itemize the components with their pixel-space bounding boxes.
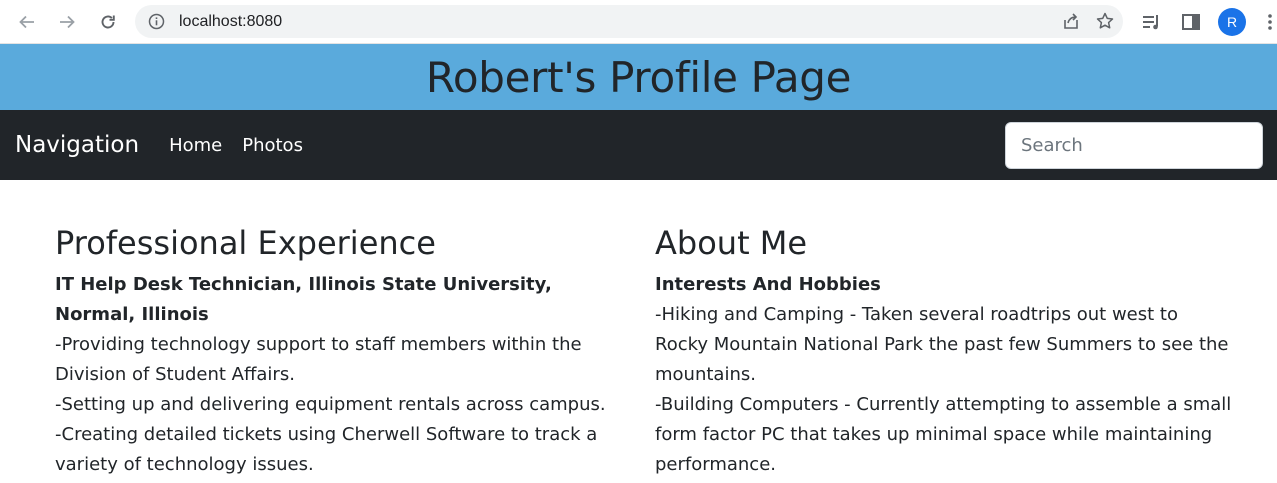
profile-avatar[interactable]: R (1218, 8, 1246, 36)
hobby-line: -Hiking and Camping - Taken several road… (655, 304, 1229, 385)
forward-arrow-icon (60, 15, 75, 29)
share-icon[interactable] (1061, 11, 1081, 35)
side-panel-icon[interactable] (1178, 9, 1204, 35)
bookmark-star-icon[interactable] (1095, 11, 1115, 35)
site-info-icon[interactable] (147, 13, 165, 31)
nav-link-photos[interactable]: Photos (242, 135, 303, 156)
reload-icon (101, 15, 115, 29)
page-title: Robert's Profile Page (425, 52, 852, 102)
experience-heading: Professional Experience (55, 224, 436, 262)
back-button[interactable] (13, 8, 41, 36)
experience-line: -Setting up and delivering equipment ren… (55, 394, 606, 415)
nav-links: Home Photos (169, 135, 303, 156)
url-text[interactable]: localhost:8080 (179, 13, 282, 31)
navbar-brand[interactable]: Navigation (15, 132, 139, 158)
about-section: About Me Interests And Hobbies -Hiking a… (655, 224, 1235, 480)
job-title: IT Help Desk Technician, Illinois State … (55, 274, 552, 325)
search-input[interactable] (1005, 122, 1263, 169)
experience-line: -Providing technology support to staff m… (55, 334, 582, 385)
about-heading: About Me (655, 224, 808, 262)
more-menu-icon[interactable] (1262, 10, 1277, 34)
media-controls-icon[interactable] (1139, 9, 1165, 35)
forward-button[interactable] (53, 8, 81, 36)
page-banner: Robert's Profile Page (0, 44, 1277, 110)
navbar: Navigation Home Photos (0, 110, 1277, 180)
experience-line: -Creating detailed tickets using Cherwel… (55, 424, 598, 475)
experience-section: Professional Experience IT Help Desk Tec… (55, 224, 615, 480)
hobbies-subheading: Interests And Hobbies (655, 274, 881, 295)
address-bar[interactable]: localhost:8080 (135, 5, 1123, 38)
reload-button[interactable] (94, 8, 122, 36)
nav-link-home[interactable]: Home (169, 135, 222, 156)
hobby-line: -Building Computers - Currently attempti… (655, 394, 1232, 475)
browser-toolbar: localhost:8080 R (0, 0, 1277, 44)
back-arrow-icon (19, 15, 34, 29)
